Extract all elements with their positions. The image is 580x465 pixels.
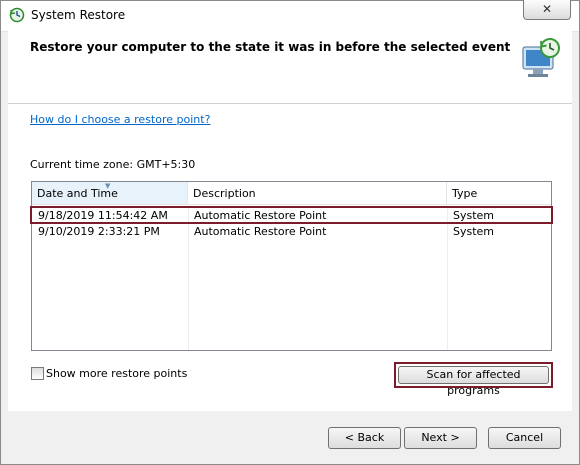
cell-description: Automatic Restore Point [194, 209, 327, 222]
restore-points-table[interactable]: ▼ Date and Time Description Type 9/18/20… [30, 181, 553, 351]
column-label-type: Type [452, 187, 478, 200]
scan-affected-programs-button[interactable]: Scan for affected programs [398, 366, 549, 397]
content-area: Restore your computer to the state it wa… [8, 31, 572, 411]
show-more-label[interactable]: Show more restore points [46, 367, 187, 380]
close-button[interactable]: ✕ [523, 0, 571, 20]
title-bar: System Restore ✕ [1, 0, 579, 32]
cell-date: 9/18/2019 11:54:42 AM [38, 209, 168, 222]
table-header: ▼ Date and Time Description Type [32, 182, 551, 205]
table-row[interactable]: 9/10/2019 2:33:21 PM Automatic Restore P… [32, 224, 551, 240]
column-header-description[interactable]: Description [188, 182, 447, 204]
column-label-description: Description [193, 187, 256, 200]
header-text: Restore your computer to the state it wa… [30, 40, 511, 54]
back-button[interactable]: < Back [328, 427, 401, 449]
column-header-type[interactable]: Type [447, 182, 551, 204]
window-title: System Restore [31, 8, 126, 22]
computer-restore-icon [522, 38, 560, 77]
system-restore-icon [9, 7, 25, 23]
next-button[interactable]: Next > [404, 427, 477, 449]
cell-date: 9/10/2019 2:33:21 PM [38, 225, 160, 238]
header-panel: Restore your computer to the state it wa… [8, 31, 572, 104]
scan-button-highlight: Scan for affected programs [394, 362, 553, 397]
cell-description: Automatic Restore Point [194, 225, 327, 238]
help-link[interactable]: How do I choose a restore point? [30, 113, 210, 126]
table-row-selected[interactable]: 9/18/2019 11:54:42 AM Automatic Restore … [30, 206, 553, 224]
close-icon[interactable]: ✕ [542, 2, 552, 16]
sort-arrow-icon: ▼ [105, 182, 111, 190]
footer-button-bar: < Back Next > Cancel [1, 411, 579, 464]
cell-type: System [453, 209, 495, 222]
timezone-label: Current time zone: GMT+5:30 [30, 158, 196, 171]
cell-type: System [453, 225, 495, 238]
cancel-button[interactable]: Cancel [488, 427, 561, 449]
show-more-checkbox[interactable] [31, 367, 44, 380]
column-header-date[interactable]: ▼ Date and Time [32, 182, 188, 204]
system-restore-window: System Restore ✕ Restore your computer t… [0, 0, 580, 465]
